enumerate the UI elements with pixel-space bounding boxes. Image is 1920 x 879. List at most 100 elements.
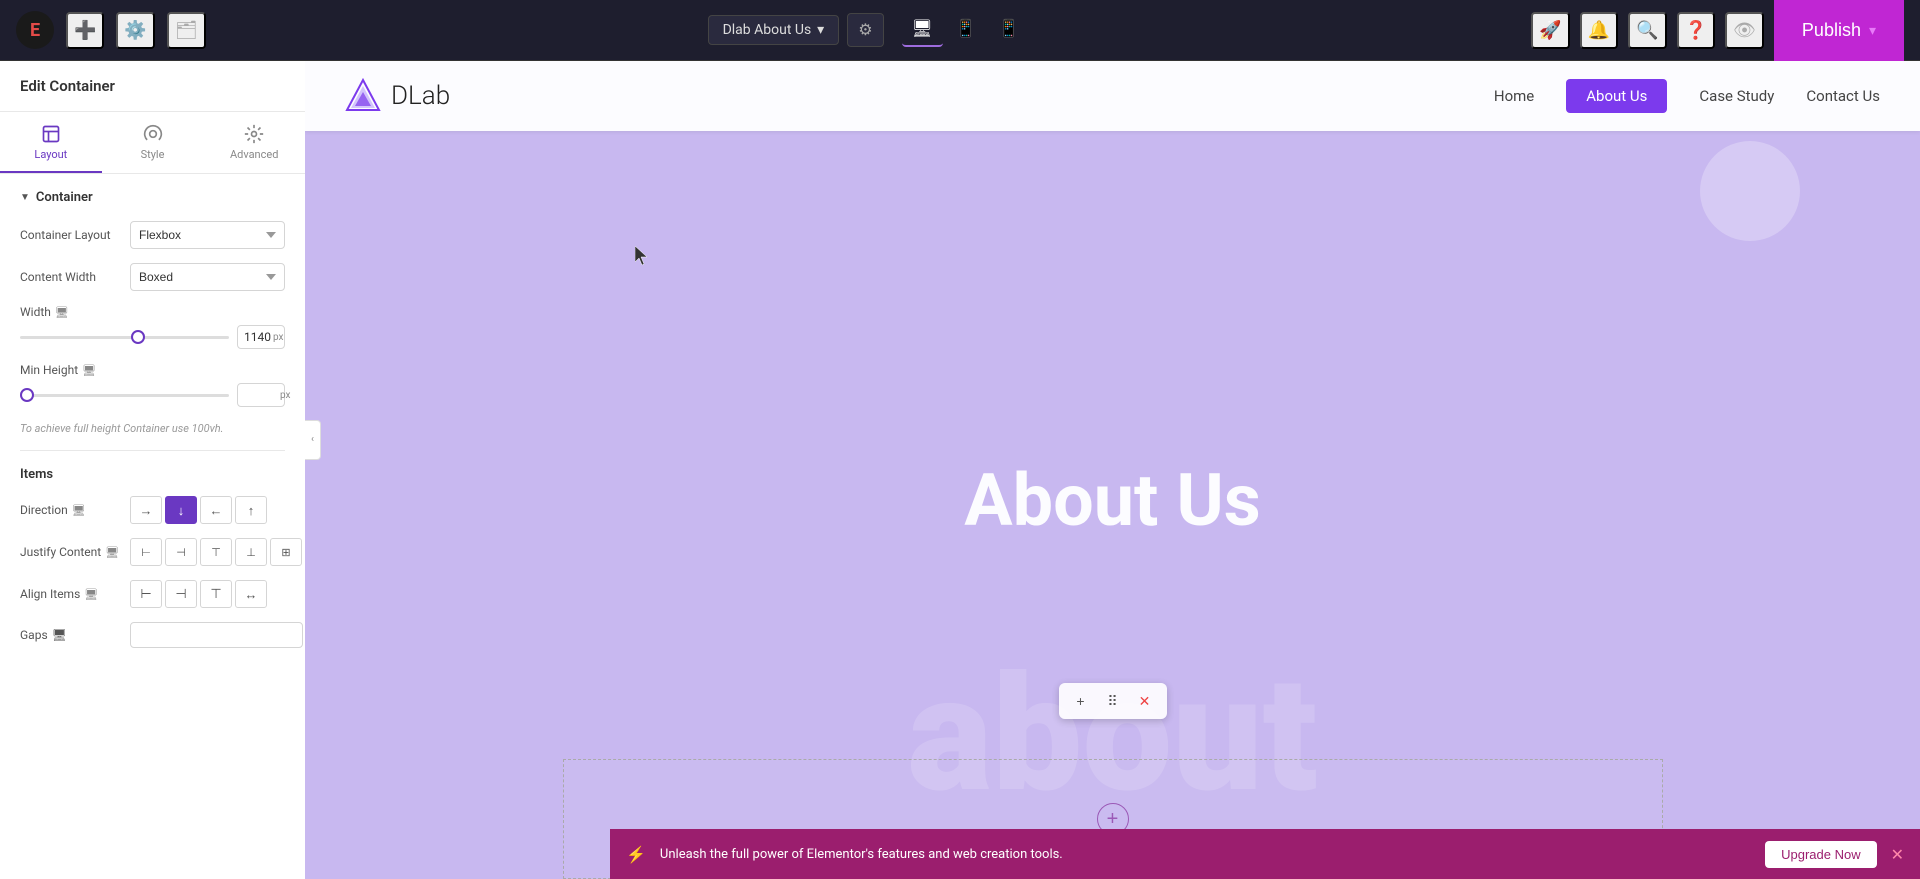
- min-height-monitor-icon: 🖥: [82, 364, 96, 377]
- container-layout-select[interactable]: Flexbox Grid: [130, 221, 285, 249]
- justify-space-around-button[interactable]: ⊞: [270, 538, 302, 566]
- nav-link-case-study[interactable]: Case Study: [1699, 87, 1774, 105]
- align-monitor-icon: 🖥: [84, 588, 98, 601]
- min-height-slider[interactable]: [20, 394, 229, 397]
- help-button[interactable]: ❓: [1677, 12, 1715, 49]
- content-width-select[interactable]: Boxed Full Width: [130, 263, 285, 291]
- publish-label: Publish: [1802, 20, 1861, 41]
- separator: [20, 450, 285, 451]
- logo-text: DLab: [391, 81, 450, 111]
- justify-content-field: Justify Content 🖥 ⊢ ⊣ ⊤ ⊥ ⊞ ⋯: [20, 538, 285, 566]
- justify-monitor-icon: 🖥: [105, 546, 119, 559]
- monitor-icon: 🖥: [55, 306, 69, 319]
- align-items-label: Align Items 🖥: [20, 587, 130, 601]
- tab-style[interactable]: Style: [102, 112, 204, 173]
- add-element-button[interactable]: ➕: [66, 12, 104, 49]
- container-section-title[interactable]: ▼ Container: [20, 190, 285, 205]
- width-value: 1140 px: [237, 325, 285, 349]
- direction-up-button[interactable]: ↑: [235, 496, 267, 524]
- justify-buttons: ⊢ ⊣ ⊤ ⊥ ⊞ ⋯: [130, 538, 305, 566]
- justify-space-between-button[interactable]: ⊥: [235, 538, 267, 566]
- align-start-button[interactable]: ⊢: [130, 580, 162, 608]
- align-end-button[interactable]: ⊤: [200, 580, 232, 608]
- container-hint: To achieve full height Container use 100…: [20, 421, 285, 436]
- preview-nav-links: Home About Us Case Study Contact Us: [1494, 79, 1880, 113]
- add-section-button[interactable]: +: [1067, 687, 1095, 715]
- left-panel: Edit Container Layout Style Advanced ▼ C…: [0, 61, 305, 879]
- preview-logo: DLab: [345, 78, 450, 114]
- align-center-button[interactable]: ⊣: [165, 580, 197, 608]
- width-label: Width 🖥: [20, 305, 130, 319]
- width-slider[interactable]: [20, 336, 229, 339]
- container-arrow-icon: ▼: [20, 192, 30, 203]
- advanced-tab-label: Advanced: [230, 148, 278, 161]
- items-section-title: Items: [20, 467, 285, 482]
- gaps-field: Gaps 🖥 px: [20, 622, 285, 648]
- delete-section-button[interactable]: ✕: [1131, 687, 1159, 715]
- panel-body: ▼ Container Container Layout Flexbox Gri…: [0, 174, 305, 879]
- panel-title: Edit Container: [0, 61, 305, 112]
- min-height-value: px: [237, 383, 285, 407]
- top-bar-right: 🚀 🔔 🔍 ❓ 👁 Publish ▾: [1531, 0, 1904, 61]
- page-name-label: Dlab About Us: [723, 22, 812, 38]
- panel-collapse-button[interactable]: ‹: [305, 420, 321, 460]
- gaps-input[interactable]: [130, 622, 303, 648]
- layers-button[interactable]: 🗂: [167, 12, 206, 49]
- dismiss-notification-button[interactable]: ✕: [1891, 845, 1904, 864]
- content-width-field: Content Width Boxed Full Width: [20, 263, 285, 291]
- align-stretch-button[interactable]: ↔: [235, 580, 267, 608]
- device-switcher: 🖥 📱 📱: [902, 13, 1030, 47]
- justify-start-button[interactable]: ⊢: [130, 538, 162, 566]
- justify-center-button[interactable]: ⊣: [165, 538, 197, 566]
- desktop-device-button[interactable]: 🖥: [902, 13, 944, 47]
- width-slider-row: 1140 px: [20, 325, 285, 349]
- logo-char: E: [30, 20, 40, 41]
- move-section-button[interactable]: ⠿: [1099, 687, 1127, 715]
- logo-icon: [345, 78, 381, 114]
- min-height-input[interactable]: [244, 388, 278, 402]
- search-button[interactable]: 🔍: [1628, 12, 1666, 49]
- upgrade-now-button[interactable]: Upgrade Now: [1765, 841, 1877, 868]
- layout-tab-label: Layout: [34, 148, 67, 161]
- direction-right-button[interactable]: →: [130, 496, 162, 524]
- preview-nav: DLab Home About Us Case Study Contact Us: [305, 61, 1920, 131]
- nav-link-home[interactable]: Home: [1494, 87, 1534, 105]
- gaps-monitor-icon: 🖥: [52, 628, 67, 642]
- direction-label: Direction 🖥: [20, 503, 130, 517]
- justify-end-button[interactable]: ⊤: [200, 538, 232, 566]
- align-items-field: Align Items 🖥 ⊢ ⊣ ⊤ ↔: [20, 580, 285, 608]
- nav-link-contact[interactable]: Contact Us: [1806, 87, 1880, 105]
- tablet-device-button[interactable]: 📱: [945, 13, 986, 47]
- publish-button[interactable]: Publish ▾: [1774, 0, 1904, 61]
- direction-down-button[interactable]: ↓: [165, 496, 197, 524]
- tab-advanced[interactable]: Advanced: [203, 112, 305, 173]
- style-tab-label: Style: [141, 148, 165, 161]
- width-slider-field: Width 🖥 1140 px: [20, 305, 285, 349]
- rocket-icon-button[interactable]: 🚀: [1531, 12, 1569, 49]
- page-settings-button[interactable]: ⚙: [847, 13, 883, 47]
- direction-field: Direction 🖥 → ↓ ← ↑: [20, 496, 285, 524]
- container-layout-label: Container Layout: [20, 228, 130, 242]
- notifications-button[interactable]: 🔔: [1580, 12, 1618, 49]
- canvas-area: DLab Home About Us Case Study Contact Us…: [305, 61, 1920, 879]
- container-label: Container: [36, 190, 93, 205]
- panel-tabs: Layout Style Advanced: [0, 112, 305, 174]
- nav-link-about[interactable]: About Us: [1566, 79, 1667, 113]
- elementor-logo[interactable]: E: [16, 11, 54, 49]
- preview-button[interactable]: 👁: [1725, 12, 1764, 49]
- page-name-button[interactable]: Dlab About Us ▾: [708, 15, 840, 45]
- settings-panel-button[interactable]: ⚙️: [116, 12, 154, 49]
- hero-title: About Us: [964, 458, 1261, 543]
- preview-site: DLab Home About Us Case Study Contact Us…: [305, 61, 1920, 879]
- mobile-device-button[interactable]: 📱: [988, 13, 1029, 47]
- direction-buttons: → ↓ ← ↑: [130, 496, 267, 524]
- direction-monitor-icon: 🖥: [72, 504, 86, 517]
- section-toolbar: + ⠿ ✕: [1059, 683, 1167, 719]
- publish-chevron-icon: ▾: [1869, 22, 1876, 39]
- direction-left-button[interactable]: ←: [200, 496, 232, 524]
- align-buttons: ⊢ ⊣ ⊤ ↔: [130, 580, 267, 608]
- tab-layout[interactable]: Layout: [0, 112, 102, 173]
- container-layout-field: Container Layout Flexbox Grid: [20, 221, 285, 249]
- top-bar-center: Dlab About Us ▾ ⚙ 🖥 📱 📱: [206, 13, 1532, 47]
- gaps-label: Gaps 🖥: [20, 628, 130, 642]
